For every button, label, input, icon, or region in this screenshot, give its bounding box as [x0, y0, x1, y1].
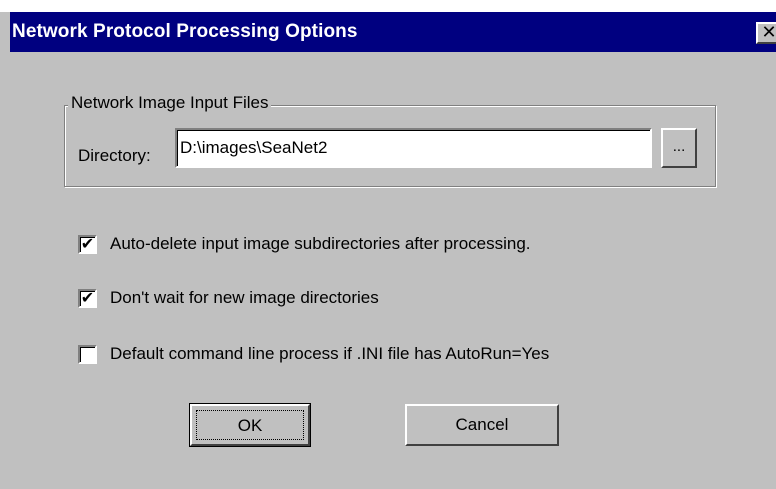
directory-label: Directory:: [78, 146, 151, 165]
dialog-body: Network Image Input Files Directory: ...…: [10, 52, 776, 489]
dont-wait-checkbox[interactable]: ✔: [78, 289, 97, 308]
auto-delete-checkbox[interactable]: ✔: [78, 235, 97, 254]
groupbox-legend: Network Image Input Files: [68, 93, 272, 113]
default-autorun-checkbox[interactable]: [78, 345, 97, 364]
top-margin: [0, 0, 776, 12]
browse-button[interactable]: ...: [661, 128, 697, 168]
title-bar[interactable]: Network Protocol Processing Options ✕: [10, 12, 776, 52]
ok-button[interactable]: OK: [189, 403, 311, 447]
window-title: Network Protocol Processing Options: [12, 21, 358, 42]
close-button[interactable]: ✕: [756, 22, 776, 44]
close-icon: ✕: [761, 22, 776, 42]
directory-input[interactable]: [175, 128, 652, 168]
dont-wait-label: Don't wait for new image directories: [110, 288, 379, 307]
default-autorun-label: Default command line process if .INI fil…: [110, 344, 550, 363]
ok-button-label: OK: [196, 410, 304, 440]
auto-delete-label: Auto-delete input image subdirectories a…: [110, 234, 531, 253]
options-dialog: Network Protocol Processing Options ✕ Ne…: [0, 0, 776, 489]
cancel-button[interactable]: Cancel: [405, 404, 559, 446]
